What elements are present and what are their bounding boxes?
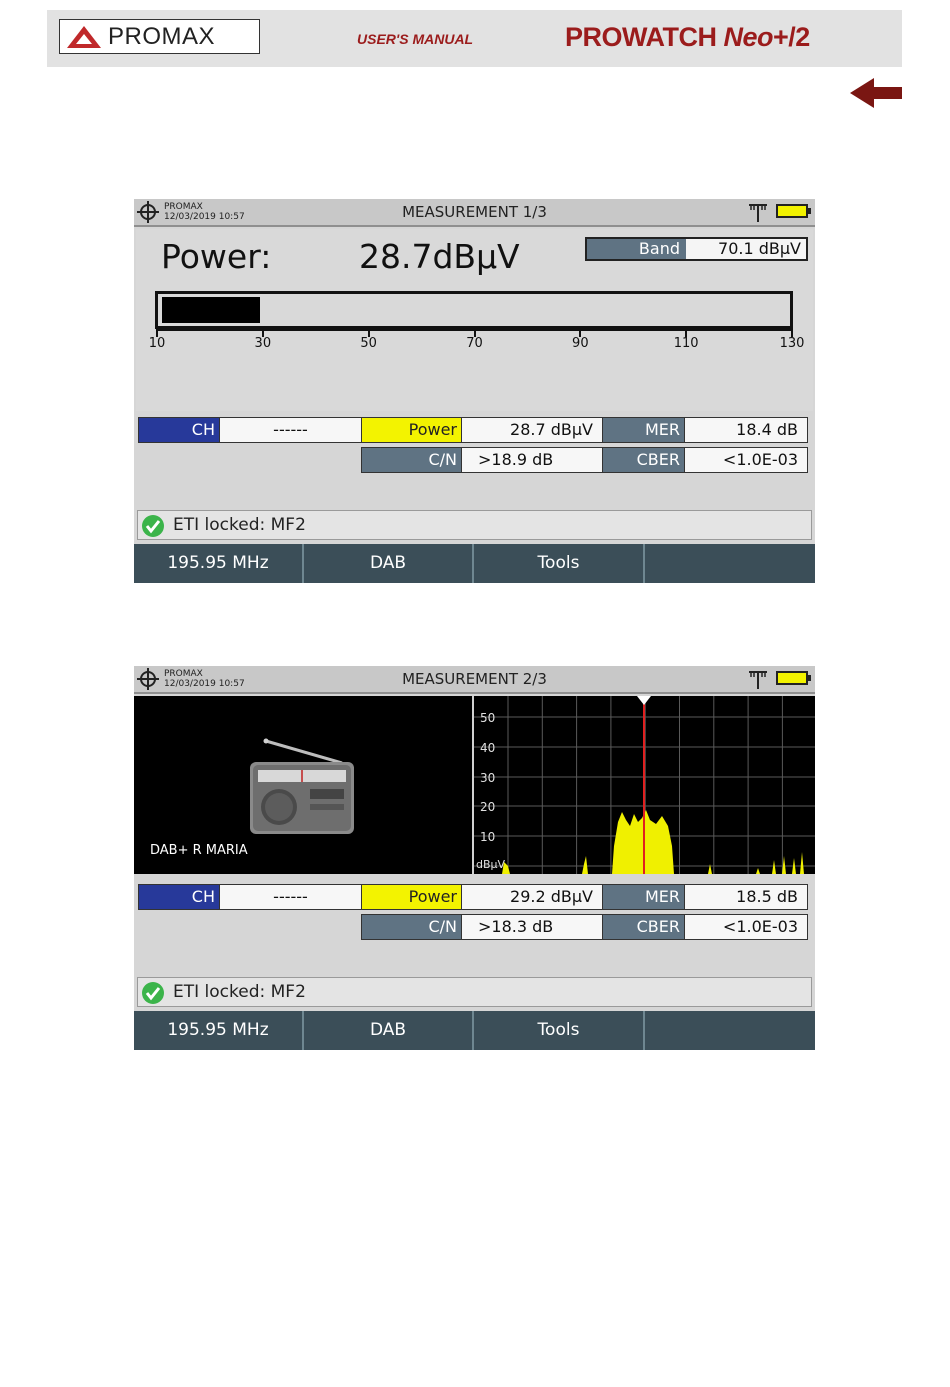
status-bar: PROMAX 12/03/2019 10:57 MEASUREMENT 1/3 [134,199,815,227]
mer-value: 18.4 dB [684,417,808,443]
scale-tick-label: 130 [779,336,805,351]
check-icon [142,515,164,537]
power-cell-value: 28.7 dBµV [461,417,603,443]
cber-value: <1.0E-03 [684,914,808,940]
spectrum-y-label: 40 [480,741,495,755]
measurement-screen-1: PROMAX 12/03/2019 10:57 MEASUREMENT 1/3 … [134,199,815,583]
band-box: Band 70.1 dBµV [585,237,808,261]
ch-label: CH [138,417,220,443]
marker-triangle-icon [637,696,651,705]
cn-label: C/N [361,914,462,940]
softkey-dab[interactable]: DAB [304,1011,474,1050]
power-cell-value: 29.2 dBµV [461,884,603,910]
manual-header: PROMAX USER'S MANUAL PROWATCH Neo+/2 [47,10,902,67]
check-icon [142,982,164,1004]
band-value: 70.1 dBµV [686,239,806,259]
softkey-tools[interactable]: Tools [474,1011,645,1050]
battery-icon [776,204,808,218]
status-text: ETI locked: MF2 [173,982,306,1002]
softkey-empty[interactable] [645,544,815,583]
power-panel: Power: 28.7dBµV Band 70.1 dBµV 10 30 50 70 9… [136,229,813,411]
ch-label: CH [138,884,220,910]
promax-logo-icon [67,26,101,48]
spectrum-unit: dBµV [476,858,506,871]
scale-tick-label: 30 [254,336,272,351]
promax-logo: PROMAX [59,19,260,54]
logo-text: PROMAX [108,23,216,50]
power-bar [155,291,793,329]
mer-value: 18.5 dB [684,884,808,910]
status-text: ETI locked: MF2 [173,515,306,535]
cber-value: <1.0E-03 [684,447,808,473]
product-name: PROWATCH Neo+/2 [565,22,810,53]
battery-icon [776,671,808,685]
ch-value: ------ [219,884,362,910]
radio-icon [250,738,354,834]
battery-tip [808,675,811,681]
power-label: Power: [161,237,272,276]
lock-status: ETI locked: MF2 [137,977,812,1007]
product-suffix: +/2 [773,22,810,52]
softkey-empty[interactable] [645,1011,815,1050]
status-bar: PROMAX 12/03/2019 10:57 MEASUREMENT 2/3 [134,666,815,694]
softkey-dab[interactable]: DAB [304,544,474,583]
cber-label: CBER [602,447,685,473]
manual-label: USER'S MANUAL [357,31,474,47]
mer-label: MER [602,417,685,443]
power-value: 28.7dBµV [359,237,520,276]
battery-tip [808,208,811,214]
softkey-frequency[interactable]: 195.95 MHz [134,544,304,583]
lock-status: ETI locked: MF2 [137,510,812,540]
cn-label: C/N [361,447,462,473]
service-panel: DAB+ R MARIA 50 40 30 20 10 dBµV [134,696,815,874]
antenna-icon [749,671,767,689]
softkey-bar: 195.95 MHz DAB Tools [134,544,815,583]
softkey-frequency[interactable]: 195.95 MHz [134,1011,304,1050]
service-name: DAB+ R MARIA [150,843,248,858]
antenna-icon [749,204,767,222]
cber-label: CBER [602,914,685,940]
screen-title: MEASUREMENT 2/3 [402,670,547,688]
measurement-screen-2: PROMAX 12/03/2019 10:57 MEASUREMENT 2/3 [134,666,815,1050]
scale-tick-label: 70 [466,336,483,351]
cn-value: >18.3 dB [461,914,603,940]
scale-tick-label: 90 [572,336,589,351]
softkey-tools[interactable]: Tools [474,544,645,583]
scale-tick-label: 10 [148,336,166,351]
power-bar-fill [162,297,260,323]
spectrum-y-label: 20 [480,800,495,814]
mer-label: MER [602,884,685,910]
product-neo: Neo [723,22,774,52]
power-cell-label: Power [361,884,462,910]
scale-tick-label: 50 [360,336,377,351]
power-cell-label: Power [361,417,462,443]
spectrum-plot: 50 40 30 20 10 dBµV [472,696,815,874]
cn-value: >18.9 dB [461,447,603,473]
ch-value: ------ [219,417,362,443]
spectrum-y-label: 30 [480,771,495,785]
product-main: PROWATCH [565,22,717,52]
softkey-bar: 195.95 MHz DAB Tools [134,1011,815,1050]
spectrum-y-label: 10 [480,830,495,844]
screen-title: MEASUREMENT 1/3 [402,203,547,221]
scale-tick-label: 110 [673,336,699,351]
band-label: Band [587,239,686,259]
back-arrow-icon[interactable] [850,77,904,109]
spectrum-y-label: 50 [480,711,495,725]
